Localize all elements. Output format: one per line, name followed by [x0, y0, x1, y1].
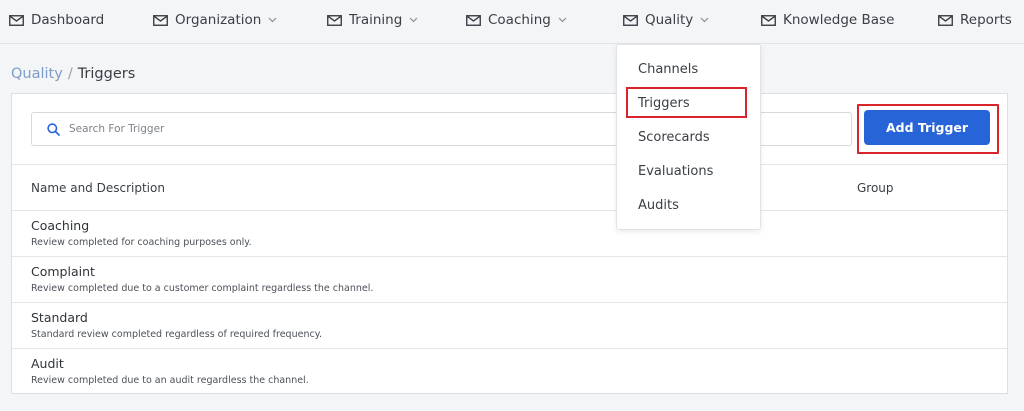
row-description: Review completed due to an audit regardl… — [31, 375, 309, 386]
nav-label: Coaching — [488, 12, 551, 28]
menu-item-scorecards[interactable]: Scorecards — [638, 130, 710, 145]
nav-label: Organization — [175, 12, 262, 28]
row-description: Standard review completed regardless of … — [31, 329, 322, 340]
breadcrumb-current: Triggers — [77, 66, 136, 82]
nav-label: Knowledge Base — [783, 12, 895, 28]
envelope-icon — [466, 14, 481, 26]
row-title: Complaint — [31, 264, 95, 279]
row-description: Review completed due to a customer compl… — [31, 283, 374, 294]
nav-label: Dashboard — [31, 12, 105, 28]
nav-dashboard[interactable]: Dashboard — [9, 0, 104, 40]
envelope-icon — [761, 14, 776, 26]
nav-reports[interactable]: Reports — [938, 0, 1012, 40]
nav-organization[interactable]: Organization — [153, 0, 277, 40]
nav-label: Quality — [645, 12, 694, 28]
nav-quality[interactable]: Quality — [623, 0, 709, 40]
quality-dropdown-menu: Channels Triggers Scorecards Evaluations… — [616, 44, 761, 230]
menu-item-evaluations[interactable]: Evaluations — [638, 164, 713, 179]
nav-coaching[interactable]: Coaching — [466, 0, 567, 40]
row-title: Audit — [31, 356, 64, 371]
search-icon — [47, 122, 60, 136]
breadcrumb-parent-link[interactable]: Quality — [11, 66, 63, 82]
breadcrumb-separator: / — [67, 66, 73, 82]
envelope-icon — [153, 14, 168, 26]
table-row[interactable]: Complaint Review completed due to a cust… — [12, 257, 1007, 303]
envelope-icon — [9, 14, 24, 26]
chevron-down-icon — [409, 17, 418, 23]
column-header-name: Name and Description — [31, 181, 165, 195]
chevron-down-icon — [700, 17, 709, 23]
envelope-icon — [327, 14, 342, 26]
envelope-icon — [938, 14, 953, 26]
chevron-down-icon — [558, 17, 567, 23]
top-navigation: Dashboard Organization Training Coaching… — [0, 0, 1024, 44]
nav-label: Training — [349, 12, 403, 28]
row-description: Review completed for coaching purposes o… — [31, 237, 252, 248]
triggers-card: Add Trigger Name and Description Group C… — [11, 93, 1008, 394]
nav-training[interactable]: Training — [327, 0, 418, 40]
menu-item-channels[interactable]: Channels — [638, 62, 698, 77]
table-row[interactable]: Coaching Review completed for coaching p… — [12, 211, 1007, 257]
table-header: Name and Description Group — [12, 164, 1007, 211]
menu-item-audits[interactable]: Audits — [638, 198, 679, 213]
envelope-icon — [623, 14, 638, 26]
nav-knowledge-base[interactable]: Knowledge Base — [761, 0, 894, 40]
chevron-down-icon — [268, 17, 277, 23]
table-row[interactable]: Audit Review completed due to an audit r… — [12, 349, 1007, 395]
nav-label: Reports — [960, 12, 1012, 28]
row-title: Standard — [31, 310, 88, 325]
column-header-group: Group — [857, 181, 894, 195]
breadcrumb: Quality / Triggers — [11, 66, 135, 82]
add-trigger-button[interactable]: Add Trigger — [864, 110, 990, 145]
row-title: Coaching — [31, 218, 90, 233]
table-row[interactable]: Standard Standard review completed regar… — [12, 303, 1007, 349]
triggers-menu-highlight — [626, 87, 747, 118]
